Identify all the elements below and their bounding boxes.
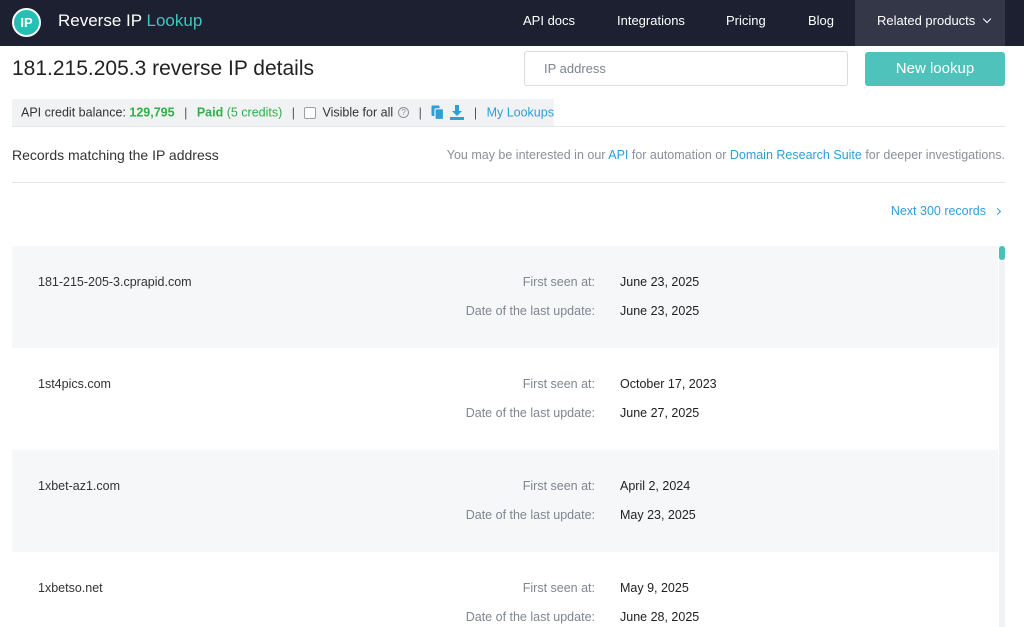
record-domain[interactable]: 1xbet-az1.com: [38, 479, 120, 493]
new-lookup-button[interactable]: New lookup: [865, 52, 1005, 86]
brand-main: Reverse IP: [58, 11, 147, 30]
separator: |: [418, 105, 422, 120]
info-hint: You may be interested in our API for aut…: [447, 148, 1005, 162]
copy-icon[interactable]: [431, 105, 445, 121]
status-bar: API credit balance: 129,795 | Paid (5 cr…: [12, 99, 554, 126]
domain-research-suite-link[interactable]: Domain Research Suite: [730, 148, 862, 162]
download-icon[interactable]: [450, 105, 465, 121]
last-update-value: June 27, 2025: [620, 406, 700, 420]
related-products-label: Related products: [877, 13, 976, 28]
my-lookups-link[interactable]: My Lookups: [487, 106, 554, 120]
next-records-link[interactable]: Next 300 records: [890, 204, 1002, 218]
ip-logo-icon[interactable]: IP: [12, 8, 41, 37]
chevron-right-icon: [993, 207, 1002, 216]
next-records-label: Next 300 records: [890, 204, 986, 218]
visible-for-all-label[interactable]: Visible for all: [322, 106, 393, 120]
first-seen-label: First seen at:: [522, 479, 595, 493]
top-navigation-bar: IP Reverse IP Lookup API docs Integratio…: [0, 0, 1024, 46]
first-seen-value: April 2, 2024: [620, 479, 691, 493]
paid-credits: (5 credits): [223, 105, 283, 120]
api-link[interactable]: API: [608, 148, 628, 162]
nav-api-docs[interactable]: API docs: [523, 0, 575, 46]
first-seen-value: October 17, 2023: [620, 377, 717, 391]
records-heading: Records matching the IP address: [12, 147, 219, 163]
ip-address-input[interactable]: [524, 51, 848, 86]
divider: [12, 126, 1005, 127]
page-title: 181.215.205.3 reverse IP details: [12, 57, 314, 80]
logo-text: IP: [20, 15, 33, 30]
nav-integrations[interactable]: Integrations: [617, 0, 685, 46]
scrollbar-thumb[interactable]: [999, 246, 1005, 260]
nav-blog[interactable]: Blog: [808, 0, 834, 46]
record-row: 181-215-205-3.cprapid.com First seen at:…: [12, 246, 998, 348]
paid-label: Paid: [196, 105, 224, 120]
separator: |: [473, 105, 478, 120]
credit-balance: 129,795: [129, 105, 175, 120]
last-update-value: May 23, 2025: [620, 508, 696, 522]
first-seen-value: June 23, 2025: [620, 275, 700, 289]
credit-label: API credit balance:: [21, 105, 130, 120]
last-update-value: June 28, 2025: [620, 610, 700, 624]
hint-text: for deeper investigations.: [861, 148, 1005, 162]
divider: [12, 182, 1005, 183]
visible-for-all-checkbox[interactable]: [304, 106, 317, 119]
separator: |: [291, 105, 295, 120]
record-domain[interactable]: 181-215-205-3.cprapid.com: [38, 275, 192, 289]
last-update-label: Date of the last update:: [465, 304, 595, 318]
brand-accent: Lookup: [146, 11, 203, 30]
last-update-label: Date of the last update:: [465, 508, 595, 522]
last-update-label: Date of the last update:: [465, 610, 595, 624]
related-products-dropdown[interactable]: Related products: [855, 0, 1005, 46]
chevron-down-icon: [983, 14, 992, 24]
record-row: 1xbetso.net First seen at: May 9, 2025 D…: [12, 552, 998, 627]
records-scrollbar[interactable]: [999, 246, 1005, 627]
last-update-label: Date of the last update:: [465, 406, 595, 420]
hint-text: for automation or: [628, 148, 730, 162]
record-domain[interactable]: 1xbetso.net: [38, 581, 103, 595]
first-seen-label: First seen at:: [522, 377, 595, 391]
record-row: 1st4pics.com First seen at: October 17, …: [12, 348, 998, 450]
nav-pricing[interactable]: Pricing: [726, 0, 766, 46]
help-icon[interactable]: ?: [398, 107, 410, 119]
record-row: 1xbet-az1.com First seen at: April 2, 20…: [12, 450, 998, 552]
brand-title[interactable]: Reverse IP Lookup: [58, 11, 202, 31]
separator: |: [184, 105, 188, 120]
first-seen-label: First seen at:: [522, 581, 595, 595]
hint-text: You may be interested in our: [446, 148, 609, 162]
first-seen-value: May 9, 2025: [620, 581, 689, 595]
record-domain[interactable]: 1st4pics.com: [38, 377, 111, 391]
first-seen-label: First seen at:: [522, 275, 595, 289]
last-update-value: June 23, 2025: [620, 304, 700, 318]
